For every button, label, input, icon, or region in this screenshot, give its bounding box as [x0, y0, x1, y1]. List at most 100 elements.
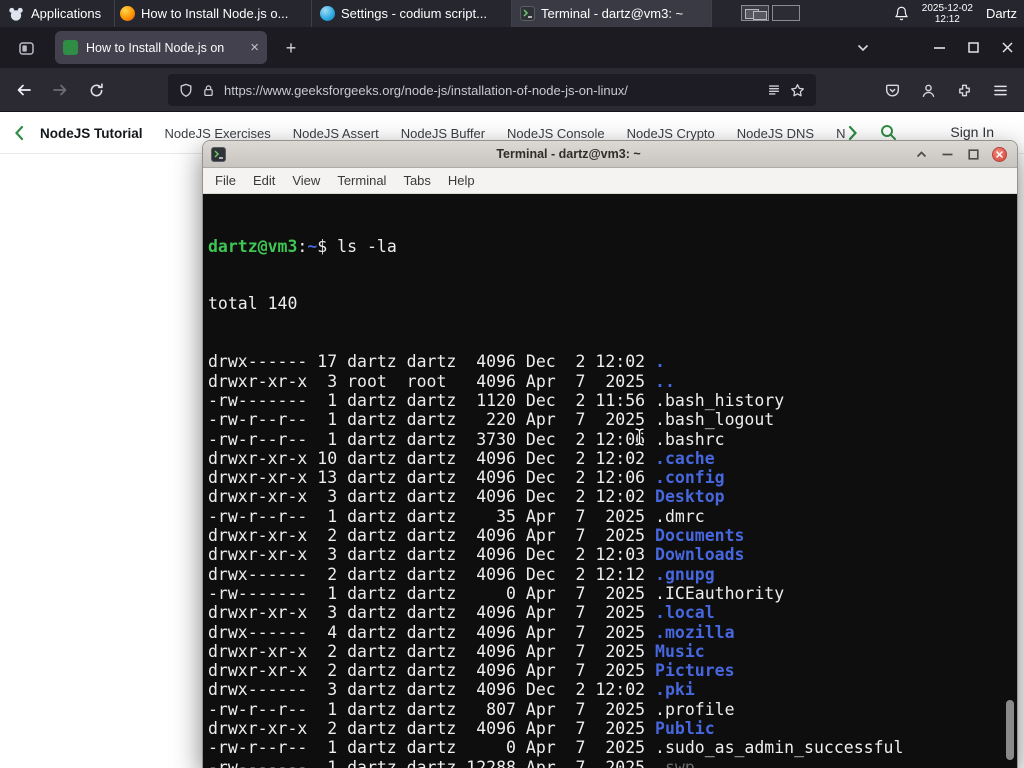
menu-edit[interactable]: Edit: [253, 173, 275, 188]
taskbar-item-firefox[interactable]: How to Install Node.js o...: [112, 0, 312, 27]
menu-file[interactable]: File: [215, 173, 236, 188]
ls-output-line: drwxr-xr-x 3 root root 4096 Apr 7 2025 .…: [208, 371, 675, 391]
list-all-tabs-button[interactable]: [850, 36, 876, 60]
nav-item[interactable]: NodeJS Console: [507, 126, 605, 141]
ls-output-line: drwx------ 17 dartz dartz 4096 Dec 2 12:…: [208, 352, 665, 372]
terminal-scrollbar-thumb[interactable]: [1006, 700, 1014, 760]
nav-item[interactable]: NodeJS Buffer: [401, 126, 485, 141]
panel-tray: 2025-12-02 12:12 Dartz: [894, 0, 1024, 27]
terminal-shade-button[interactable]: [911, 144, 931, 164]
ls-output-line: -rw-r--r-- 1 dartz dartz 35 Apr 7 2025 .…: [208, 506, 705, 526]
ls-output-line: drwxr-xr-x 3 dartz dartz 4096 Apr 7 2025…: [208, 603, 715, 623]
terminal-icon: [520, 6, 535, 21]
workspace-switcher[interactable]: [741, 5, 800, 21]
url-bar[interactable]: https://www.geeksforgeeks.org/node-js/in…: [168, 74, 816, 106]
file-name: .dmrc: [655, 506, 705, 526]
nav-item[interactable]: NodeJS Tutorial: [40, 126, 143, 141]
taskbar-title: How to Install Node.js o...: [141, 6, 289, 21]
file-name: ..: [655, 371, 675, 391]
terminal-maximize-button[interactable]: [963, 144, 983, 164]
file-name: .config: [655, 468, 725, 488]
file-name: Music: [655, 641, 705, 661]
ls-output-line: -rw-r--r-- 1 dartz dartz 0 Apr 7 2025 .s…: [208, 738, 904, 758]
terminal-window: Terminal - dartz@vm3: ~ File Edit View T…: [202, 140, 1018, 768]
clock-time: 12:12: [934, 13, 960, 25]
nav-item[interactable]: NodeJS DNS: [737, 126, 814, 141]
browser-tab-active[interactable]: How to Install Node.js on ×: [55, 31, 267, 64]
window-close-button[interactable]: [990, 27, 1024, 68]
account-button[interactable]: [910, 74, 946, 106]
file-name: .local: [655, 603, 715, 623]
sign-in-button[interactable]: Sign In: [950, 124, 994, 140]
tab-title: How to Install Node.js on: [86, 40, 225, 55]
firefox-icon: [120, 6, 135, 21]
ls-output-line: drwxr-xr-x 3 dartz dartz 4096 Dec 2 12:0…: [208, 545, 745, 565]
taskbar-item-terminal[interactable]: Terminal - dartz@vm3: ~: [512, 0, 712, 27]
nav-scroll-right-button[interactable]: [848, 125, 858, 141]
terminal-minimize-button[interactable]: [937, 144, 957, 164]
menu-tabs[interactable]: Tabs: [403, 173, 430, 188]
ls-output-line: drwxr-xr-x 2 dartz dartz 4096 Apr 7 2025…: [208, 719, 715, 739]
app-menu-button[interactable]: [982, 74, 1018, 106]
notifications-bell-icon[interactable]: [894, 6, 909, 21]
menu-help[interactable]: Help: [448, 173, 475, 188]
bookmark-star-icon[interactable]: [790, 83, 805, 98]
menu-view[interactable]: View: [292, 173, 320, 188]
taskbar-title: Settings - codium script...: [341, 6, 487, 21]
applications-menu[interactable]: Applications: [0, 0, 116, 27]
window-maximize-button[interactable]: [956, 27, 990, 68]
ls-output-line: drwxr-xr-x 2 dartz dartz 4096 Apr 7 2025…: [208, 526, 745, 546]
nav-item[interactable]: NodeJS Assert: [293, 126, 379, 141]
new-tab-button[interactable]: +: [277, 34, 305, 62]
terminal-titlebar[interactable]: Terminal - dartz@vm3: ~: [203, 141, 1017, 168]
file-name: .gnupg: [655, 564, 715, 584]
site-search-button[interactable]: [880, 124, 897, 141]
lock-icon[interactable]: [202, 83, 215, 98]
taskbar-item-codium[interactable]: Settings - codium script...: [312, 0, 512, 27]
tracking-shield-icon[interactable]: [179, 83, 193, 98]
user-menu[interactable]: Dartz: [986, 6, 1017, 21]
browser-toolbar: https://www.geeksforgeeks.org/node-js/in…: [0, 68, 1024, 112]
firefox-view-glyph: [21, 44, 27, 52]
terminal-close-button[interactable]: [989, 144, 1009, 164]
total-line: total 140: [208, 294, 298, 314]
codium-icon: [320, 6, 335, 21]
firefox-view-button[interactable]: [12, 35, 40, 61]
workspace-2[interactable]: [772, 5, 800, 21]
file-name: .cache: [655, 448, 715, 468]
workspace-1[interactable]: [741, 5, 769, 21]
reader-view-icon[interactable]: [767, 83, 781, 97]
geeksforgeeks-favicon: [63, 40, 78, 55]
ls-output-line: -rw-r--r-- 1 dartz dartz 807 Apr 7 2025 …: [208, 699, 735, 719]
ls-output-line: drwx------ 3 dartz dartz 4096 Dec 2 12:0…: [208, 680, 695, 700]
ls-output-line: drwx------ 4 dartz dartz 4096 Apr 7 2025…: [208, 622, 735, 642]
nav-item[interactable]: NodeJS Exercises: [165, 126, 271, 141]
menu-terminal[interactable]: Terminal: [337, 173, 386, 188]
ls-output-line: drwxr-xr-x 13 dartz dartz 4096 Dec 2 12:…: [208, 468, 725, 488]
pocket-icon: [885, 84, 899, 97]
extensions-button[interactable]: [946, 74, 982, 106]
nav-item[interactable]: Node: [836, 126, 846, 141]
file-name: Downloads: [655, 545, 745, 565]
top-panel: Applications How to Install Node.js o...…: [0, 0, 1024, 27]
pocket-button[interactable]: [874, 74, 910, 106]
maximize-icon: [967, 148, 979, 160]
url-text[interactable]: https://www.geeksforgeeks.org/node-js/in…: [224, 83, 758, 98]
nav-scroll-left-button[interactable]: [14, 125, 24, 141]
back-arrow-icon: [17, 84, 31, 96]
tab-close-button[interactable]: ×: [250, 40, 259, 55]
file-name: Documents: [655, 526, 745, 546]
chevron-down-icon: [857, 44, 869, 52]
reload-button[interactable]: [80, 74, 112, 106]
prompt-user-host: dartz@vm3: [208, 236, 298, 256]
back-button[interactable]: [8, 74, 40, 106]
terminal-screen[interactable]: dartz@vm3:~$ ls -la total 140 drwx------…: [203, 194, 1017, 768]
window-minimize-button[interactable]: [922, 27, 956, 68]
file-name: .bashrc: [655, 429, 725, 449]
file-name: Desktop: [655, 487, 725, 507]
forward-button[interactable]: [44, 74, 76, 106]
nav-item[interactable]: NodeJS Crypto: [627, 126, 715, 141]
clock[interactable]: 2025-12-02 12:12: [922, 3, 973, 25]
file-name: Pictures: [655, 661, 735, 681]
taskbar-title: Terminal - dartz@vm3: ~: [541, 6, 684, 21]
